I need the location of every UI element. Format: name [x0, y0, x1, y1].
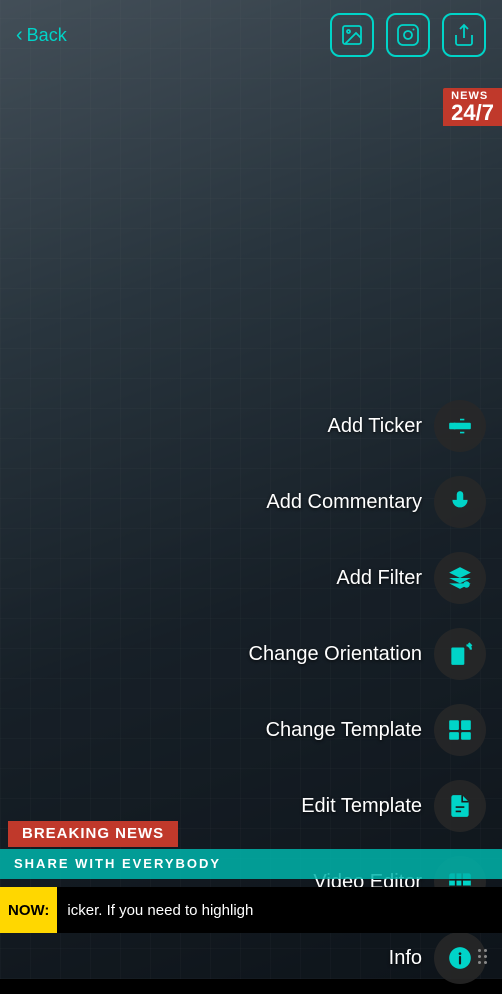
back-chevron-icon: ‹ — [16, 24, 23, 47]
ticker-icon: T — [447, 413, 473, 439]
back-button[interactable]: ‹ Back — [16, 24, 67, 47]
microphone-icon — [447, 489, 473, 515]
orientation-icon — [447, 641, 473, 667]
add-ticker-item[interactable]: Add Ticker T — [229, 390, 502, 462]
add-commentary-icon-circle — [434, 476, 486, 528]
drag-dots-icon — [478, 949, 487, 964]
breaking-news-title: BREAKING NEWS — [22, 825, 164, 842]
instagram-button[interactable] — [386, 13, 430, 57]
template-icon — [447, 717, 473, 743]
news-badge: NEWS 24/7 — [443, 88, 502, 126]
ticker-text-content: icker. If you need to highligh — [57, 902, 263, 919]
top-navigation-bar: ‹ Back — [0, 0, 502, 70]
ticker-bar: NOW: icker. If you need to highligh — [0, 887, 502, 933]
change-orientation-item[interactable]: Change Orientation — [229, 618, 502, 690]
change-template-item[interactable]: Change Template — [229, 694, 502, 766]
breaking-subtitle-block: SHARE WITH EVERYBODY — [0, 849, 502, 879]
filter-icon — [447, 565, 473, 591]
image-icon — [340, 23, 364, 47]
add-ticker-label: Add Ticker — [328, 415, 422, 438]
share-button[interactable] — [442, 13, 486, 57]
top-icon-group — [330, 13, 486, 57]
edit-template-icon — [447, 793, 473, 819]
add-ticker-icon-circle: T — [434, 400, 486, 452]
add-filter-label: Add Filter — [336, 567, 422, 590]
news-number-text: 24/7 — [451, 102, 494, 124]
change-orientation-icon-circle — [434, 628, 486, 680]
breaking-title-block: BREAKING NEWS — [8, 821, 178, 847]
breaking-news-subtitle: SHARE WITH EVERYBODY — [14, 856, 221, 871]
add-commentary-item[interactable]: Add Commentary — [229, 466, 502, 538]
change-template-icon-circle — [434, 704, 486, 756]
instagram-icon — [396, 23, 420, 47]
svg-text:T: T — [451, 421, 456, 430]
change-template-label: Change Template — [266, 719, 422, 742]
share-icon — [452, 23, 476, 47]
back-label: Back — [27, 25, 67, 46]
add-filter-item[interactable]: Add Filter — [229, 542, 502, 614]
change-orientation-label: Change Orientation — [249, 643, 422, 666]
drag-handle[interactable] — [462, 933, 502, 979]
gallery-button[interactable] — [330, 13, 374, 57]
breaking-news-banner: BREAKING NEWS SHARE WITH EVERYBODY — [0, 821, 502, 879]
info-label: Info — [389, 947, 422, 970]
add-filter-icon-circle — [434, 552, 486, 604]
ticker-now-label: NOW: — [0, 887, 57, 933]
add-commentary-label: Add Commentary — [266, 491, 422, 514]
edit-template-label: Edit Template — [301, 795, 422, 818]
